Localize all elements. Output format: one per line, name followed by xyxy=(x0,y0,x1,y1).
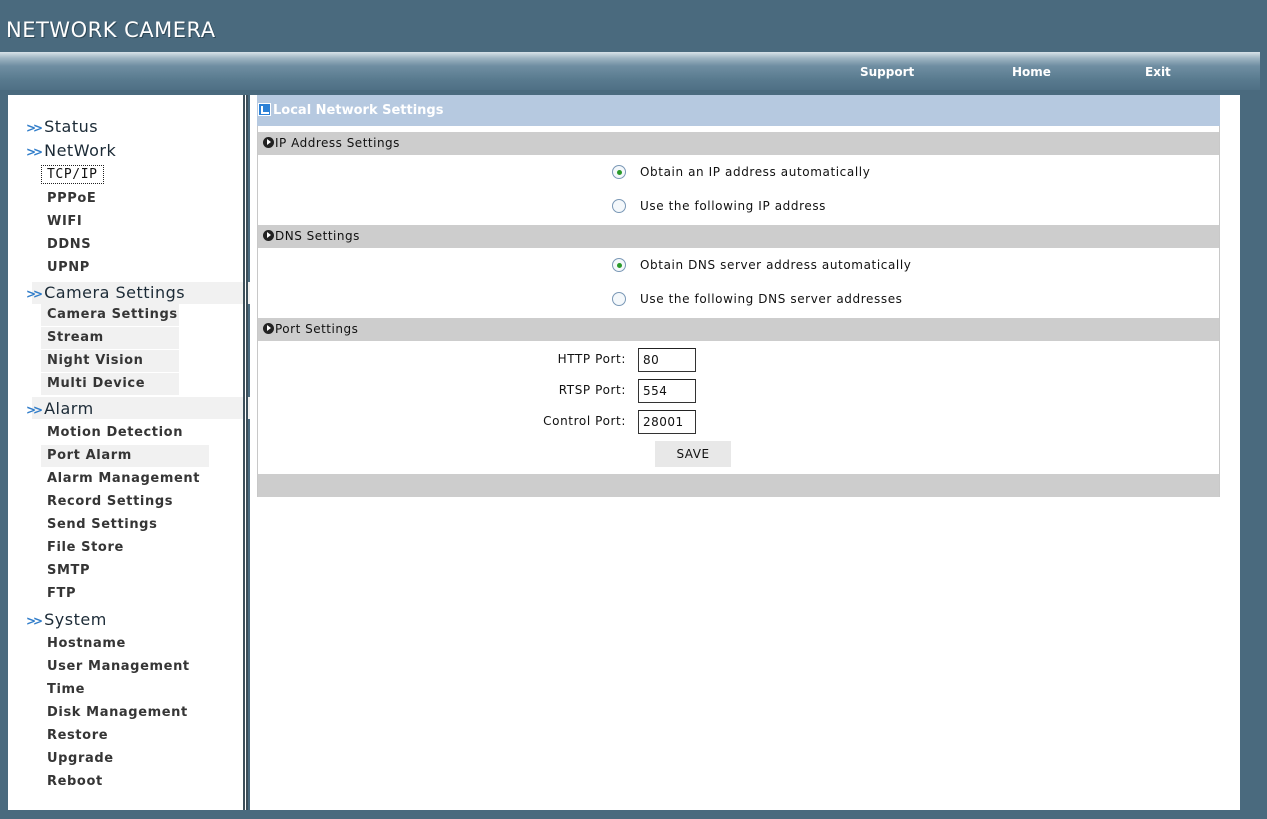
http-port-input[interactable] xyxy=(638,348,696,372)
sidebar-item-hostname[interactable]: Hostname xyxy=(47,636,126,651)
double-chevron-icon: >> xyxy=(26,614,43,628)
arrow-down-right-icon xyxy=(258,103,271,116)
dns-auto-label: Obtain DNS server address automatically xyxy=(640,258,912,272)
dns-settings-header: DNS Settings xyxy=(258,225,1219,248)
sidebar-item-time[interactable]: Time xyxy=(47,682,85,697)
panel-body: IP Address Settings Obtain an IP address… xyxy=(257,126,1220,497)
panel-header: Local Network Settings xyxy=(257,95,1220,126)
main-content: Local Network Settings IP Address Settin… xyxy=(250,95,1240,810)
sidebar-section-system[interactable]: >> System xyxy=(26,610,107,629)
ip-settings-header: IP Address Settings xyxy=(258,132,1219,155)
play-circle-icon xyxy=(263,323,274,334)
play-circle-icon xyxy=(263,137,274,148)
double-chevron-icon: >> xyxy=(26,287,43,301)
save-row: SAVE xyxy=(258,438,1219,474)
panel-footer xyxy=(258,474,1219,497)
double-chevron-icon: >> xyxy=(26,121,43,135)
control-port-input[interactable] xyxy=(638,410,696,434)
sidebar-item-disk-management[interactable]: Disk Management xyxy=(47,705,188,720)
ip-manual-option: Use the following IP address xyxy=(258,189,1219,223)
play-circle-icon xyxy=(263,230,274,241)
sidebar-item-pppoe[interactable]: PPPoE xyxy=(47,191,96,206)
sidebar-item-camera-settings[interactable]: Camera Settings xyxy=(47,307,178,322)
dns-manual-option: Use the following DNS server addresses xyxy=(258,282,1219,316)
sidebar-item-ddns[interactable]: DDNS xyxy=(47,237,91,252)
nav-exit-link[interactable]: Exit xyxy=(1145,65,1171,79)
sidebar-item-reboot[interactable]: Reboot xyxy=(47,774,103,789)
sidebar-item-port-alarm[interactable]: Port Alarm xyxy=(47,448,132,463)
sidebar-item-motion-detection[interactable]: Motion Detection xyxy=(47,425,183,440)
app-logo: NETWORK CAMERA xyxy=(6,18,216,42)
sidebar-item-multi-device[interactable]: Multi Device xyxy=(47,376,145,391)
rtsp-port-input[interactable] xyxy=(638,379,696,403)
sidebar-item-night-vision[interactable]: Night Vision xyxy=(47,353,144,368)
rtsp-port-row: RTSP Port: xyxy=(258,376,1219,407)
sidebar-section-camera-settings[interactable]: >> Camera Settings xyxy=(26,283,185,302)
sidebar-divider xyxy=(243,95,248,810)
sidebar-item-user-management[interactable]: User Management xyxy=(47,659,190,674)
nav-home-link[interactable]: Home xyxy=(1012,65,1051,79)
sidebar-item-send-settings[interactable]: Send Settings xyxy=(47,517,157,532)
top-nav-bar: Support Home Exit xyxy=(0,52,1260,90)
ip-manual-label: Use the following IP address xyxy=(640,199,827,213)
sidebar-item-record-settings[interactable]: Record Settings xyxy=(47,494,173,509)
page-title: Local Network Settings xyxy=(273,103,444,118)
dns-auto-radio[interactable] xyxy=(612,258,626,272)
dns-manual-radio[interactable] xyxy=(612,292,626,306)
sidebar-item-file-store[interactable]: File Store xyxy=(47,540,124,555)
rtsp-port-label: RTSP Port: xyxy=(558,383,626,397)
dns-auto-option: Obtain DNS server address automatically xyxy=(258,248,1219,282)
sidebar-section-status[interactable]: >> Status xyxy=(26,117,98,136)
local-network-settings-panel: Local Network Settings IP Address Settin… xyxy=(257,95,1220,497)
sidebar: >> Status >> NetWork TCP/IP PPPoE WIFI DDN… xyxy=(8,95,250,810)
double-chevron-icon: >> xyxy=(26,145,43,159)
ip-auto-label: Obtain an IP address automatically xyxy=(640,165,871,179)
nav-support-link[interactable]: Support xyxy=(860,65,914,79)
dns-manual-label: Use the following DNS server addresses xyxy=(640,292,903,306)
ip-manual-radio[interactable] xyxy=(612,199,626,213)
sidebar-item-alarm-management[interactable]: Alarm Management xyxy=(47,471,200,486)
http-port-row: HTTP Port: xyxy=(258,345,1219,376)
ip-auto-radio[interactable] xyxy=(612,165,626,179)
sidebar-item-ftp[interactable]: FTP xyxy=(47,586,76,601)
sidebar-item-tcp-ip[interactable]: TCP/IP xyxy=(41,165,104,184)
http-port-label: HTTP Port: xyxy=(557,352,626,366)
sidebar-item-wifi[interactable]: WIFI xyxy=(47,214,82,229)
control-port-label: Control Port: xyxy=(543,414,626,428)
sidebar-item-restore[interactable]: Restore xyxy=(47,728,108,743)
sidebar-item-upgrade[interactable]: Upgrade xyxy=(47,751,114,766)
ip-auto-option: Obtain an IP address automatically xyxy=(258,155,1219,189)
sidebar-section-network[interactable]: >> NetWork xyxy=(26,141,116,160)
control-port-row: Control Port: xyxy=(258,407,1219,438)
sidebar-item-upnp[interactable]: UPNP xyxy=(47,260,90,275)
double-chevron-icon: >> xyxy=(26,403,43,417)
port-settings-header: Port Settings xyxy=(258,318,1219,341)
sidebar-item-smtp[interactable]: SMTP xyxy=(47,563,90,578)
save-button[interactable]: SAVE xyxy=(655,441,731,467)
sidebar-section-alarm[interactable]: >> Alarm xyxy=(26,399,94,418)
sidebar-item-stream[interactable]: Stream xyxy=(47,330,104,345)
